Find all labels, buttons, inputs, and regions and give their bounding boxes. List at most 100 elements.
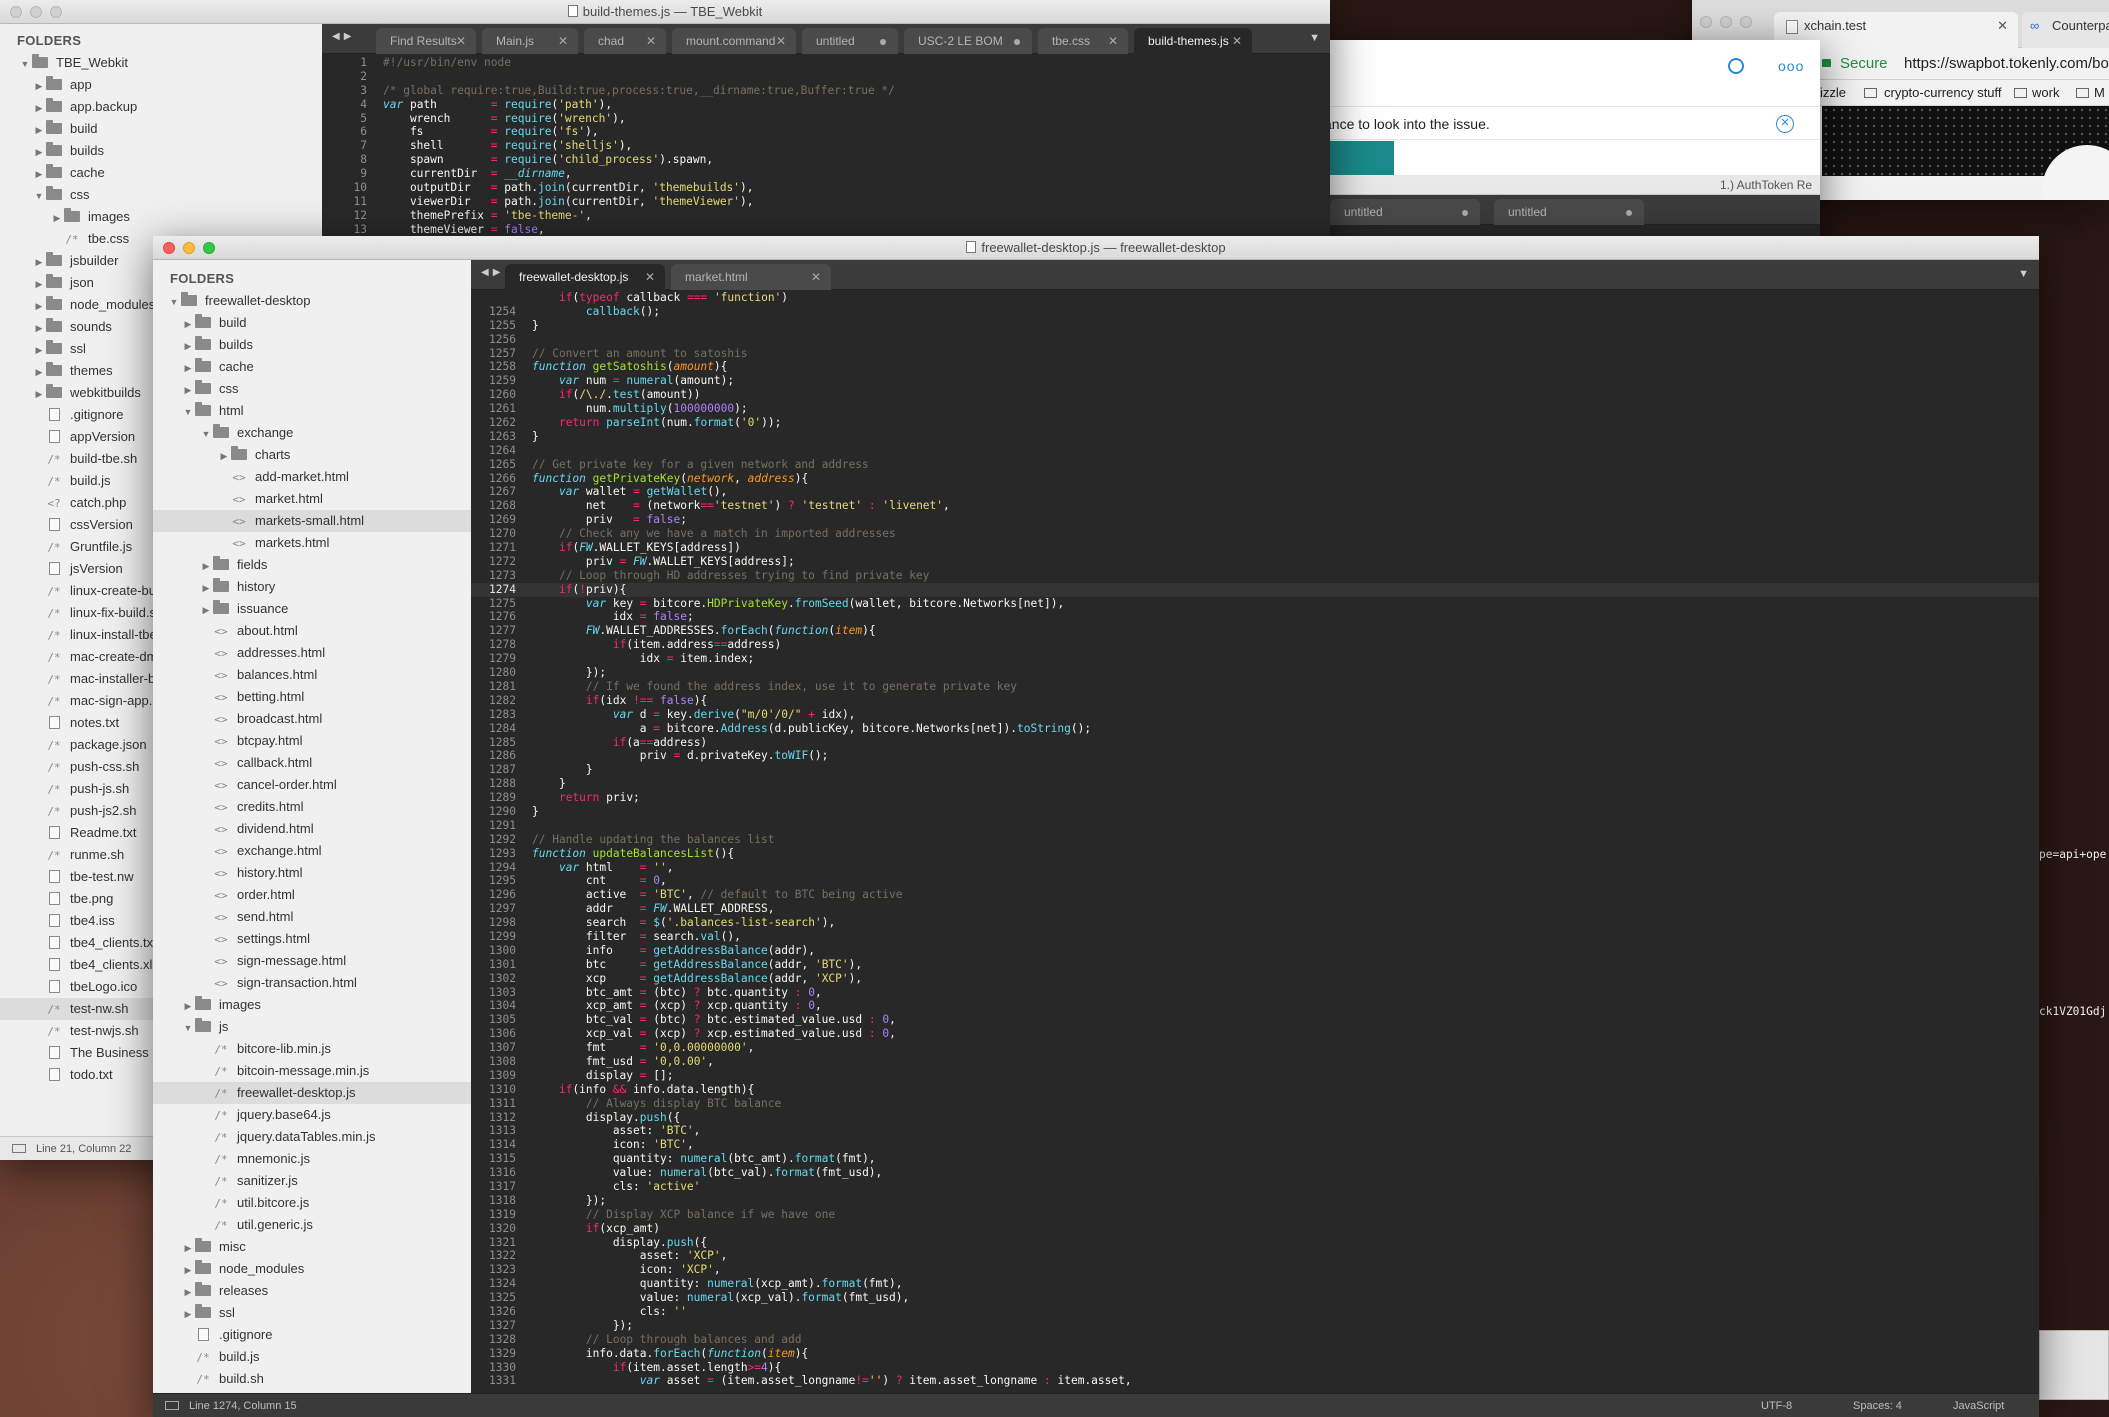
tree-file[interactable]: <> settings.html	[153, 928, 471, 950]
chevron-down-icon[interactable]: ▼	[181, 401, 195, 423]
code-line[interactable]: 1308 fmt_usd = '0,0.00',	[471, 1055, 2039, 1069]
tree-file[interactable]: /* build.js	[153, 1346, 471, 1368]
code-line[interactable]: 1309 display = [];	[471, 1069, 2039, 1083]
code-line[interactable]: 1285 if(a==address)	[471, 736, 2039, 750]
tree-folder[interactable]: ▶ node_modules	[153, 1258, 471, 1280]
close-icon[interactable]: ✕	[776, 28, 786, 54]
code-line[interactable]: 1306 xcp_val = (xcp) ? xcp.estimated_val…	[471, 1027, 2039, 1041]
code-line[interactable]: 1271 if(FW.WALLET_KEYS[address])	[471, 541, 2039, 555]
code-line[interactable]: 1291	[471, 819, 2039, 833]
close-icon[interactable]: ✕	[1108, 28, 1118, 54]
code-line[interactable]: 1258 function getSatoshis(amount){	[471, 360, 2039, 374]
code-line[interactable]: 1254 callback();	[471, 305, 2039, 319]
bookmark-item[interactable]: crypto-currency stuff	[1884, 80, 2002, 106]
tree-file[interactable]: <> about.html	[153, 620, 471, 642]
chevron-right-icon[interactable]: ▶	[32, 75, 46, 97]
code-line[interactable]: 1318 });	[471, 1194, 2039, 1208]
tree-file[interactable]: /* util.generic.js	[153, 1214, 471, 1236]
tree-file[interactable]: /* jquery.base64.js	[153, 1104, 471, 1126]
code-line[interactable]: 1310 if(info && info.data.length){	[471, 1083, 2039, 1097]
code-editor[interactable]: if(typeof callback === 'function') 1254 c…	[471, 291, 2039, 1393]
chevron-down-icon[interactable]: ▼	[181, 1017, 195, 1039]
code-line[interactable]: 1273 // Loop through HD addresses trying…	[471, 569, 2039, 583]
tab-menu-icon[interactable]: ▼	[2018, 268, 2029, 280]
code-line[interactable]: 1279 idx = item.index;	[471, 652, 2039, 666]
chevron-right-icon[interactable]: ▶	[32, 273, 46, 295]
tree-folder[interactable]: ▶ builds	[153, 334, 471, 356]
code-line[interactable]: 1326 cls: ''	[471, 1305, 2039, 1319]
tree-file[interactable]: <> send.html	[153, 906, 471, 928]
tree-folder[interactable]: ▼ css	[0, 184, 322, 206]
tree-folder[interactable]: ▶ fields	[153, 554, 471, 576]
tree-file[interactable]: /* freewallet-desktop.js	[153, 1082, 471, 1104]
code-line[interactable]: 1304 xcp_amt = (xcp) ? xcp.quantity : 0,	[471, 999, 2039, 1013]
code-line[interactable]: 1284 a = bitcore.Address(d.publicKey, bi…	[471, 722, 2039, 736]
editor-tab[interactable]: mount.command ✕	[672, 28, 796, 54]
chevron-right-icon[interactable]: ▶	[32, 339, 46, 361]
code-line[interactable]: 1264	[471, 444, 2039, 458]
code-line[interactable]: 1283 var d = key.derive("m/0'/0/" + idx)…	[471, 708, 2039, 722]
chevron-right-icon[interactable]: ▶	[32, 383, 46, 405]
tree-file[interactable]: <> add-market.html	[153, 466, 471, 488]
chevron-down-icon[interactable]: ▼	[32, 185, 46, 207]
code-line[interactable]: 13 themeViewer = false,	[322, 223, 1330, 237]
code-line[interactable]: 12 themePrefix = 'tbe-theme-',	[322, 209, 1330, 223]
tree-file[interactable]: <> callback.html	[153, 752, 471, 774]
code-line[interactable]: 1307 fmt = '0,0.00000000',	[471, 1041, 2039, 1055]
code-line[interactable]: 1263}	[471, 430, 2039, 444]
editor-tab[interactable]: Main.js ✕	[482, 28, 578, 54]
code-line[interactable]: 1272 priv = FW.WALLET_KEYS[address];	[471, 555, 2039, 569]
code-line[interactable]: 1331 var asset = (item.asset_longname!='…	[471, 1374, 2039, 1388]
tree-file[interactable]: <> betting.html	[153, 686, 471, 708]
zoom-button[interactable]	[1740, 16, 1752, 28]
chevron-right-icon[interactable]: ▶	[181, 335, 195, 357]
code-line[interactable]: 1266 function getPrivateKey(network, addr…	[471, 472, 2039, 486]
code-line[interactable]: 1323 icon: 'XCP',	[471, 1263, 2039, 1277]
chevron-right-icon[interactable]: ▶	[199, 599, 213, 621]
code-line[interactable]: 1299 filter = search.val(),	[471, 930, 2039, 944]
more-icon[interactable]: ooo	[1778, 58, 1804, 74]
close-circle-icon[interactable]: ✕	[1776, 115, 1794, 133]
tree-file[interactable]: <> sign-transaction.html	[153, 972, 471, 994]
tree-file[interactable]: /* bitcore-lib.min.js	[153, 1038, 471, 1060]
code-line[interactable]: 1325 value: numeral(xcp_val).format(fmt_…	[471, 1291, 2039, 1305]
chevron-right-icon[interactable]: ▶	[181, 379, 195, 401]
tab-nav-arrows-icon[interactable]: ◀▶	[332, 31, 355, 42]
tree-file[interactable]: /* util.bitcore.js	[153, 1192, 471, 1214]
tree-file[interactable]: <> cancel-order.html	[153, 774, 471, 796]
code-line[interactable]: 1324 quantity: numeral(xcp_amt).format(f…	[471, 1277, 2039, 1291]
code-line[interactable]: 1267 var wallet = getWallet(),	[471, 485, 2039, 499]
chevron-right-icon[interactable]: ▶	[32, 119, 46, 141]
tree-folder[interactable]: ▶ history	[153, 576, 471, 598]
zoom-button[interactable]	[50, 6, 62, 18]
encoding-label[interactable]: UTF-8	[1761, 1394, 1792, 1417]
code-line[interactable]: 1255}	[471, 319, 2039, 333]
code-line[interactable]: 1262 return parseInt(num.format('0'));	[471, 416, 2039, 430]
close-button[interactable]	[1700, 16, 1712, 28]
code-line[interactable]: 1321 display.push({	[471, 1236, 2039, 1250]
code-line[interactable]: 1319 // Display XCP balance if we have o…	[471, 1208, 2039, 1222]
code-line[interactable]: 1296 active = 'BTC', // default to BTC b…	[471, 888, 2039, 902]
code-line[interactable]: 1305 btc_val = (btc) ? btc.estimated_val…	[471, 1013, 2039, 1027]
chevron-right-icon[interactable]: ▶	[32, 295, 46, 317]
tree-file[interactable]: <> broadcast.html	[153, 708, 471, 730]
tree-folder[interactable]: ▶ builds	[0, 140, 322, 162]
chevron-right-icon[interactable]: ▶	[32, 141, 46, 163]
syntax-label[interactable]: JavaScript	[1953, 1394, 2004, 1417]
tab-nav-arrows-icon[interactable]: ◀▶	[481, 267, 504, 278]
bookmark-item[interactable]: izzle	[1820, 80, 1846, 106]
tree-file[interactable]: <> history.html	[153, 862, 471, 884]
code-line[interactable]: 1320 if(xcp_amt)	[471, 1222, 2039, 1236]
code-line[interactable]: 1282 if(idx !== false){	[471, 694, 2039, 708]
code-line[interactable]: 1294 var html = '',	[471, 861, 2039, 875]
tree-file[interactable]: /* bitcoin-message.min.js	[153, 1060, 471, 1082]
tab-menu-icon[interactable]: ▼	[1309, 32, 1320, 44]
code-line[interactable]: 10 outputDir = path.join(currentDir, 'th…	[322, 181, 1330, 195]
tree-file[interactable]: /* sanitizer.js	[153, 1170, 471, 1192]
chevron-right-icon[interactable]: ▶	[199, 577, 213, 599]
code-line[interactable]: 1269 priv = false;	[471, 513, 2039, 527]
code-line[interactable]: 1 #!/usr/bin/env node	[322, 56, 1330, 70]
tree-folder[interactable]: ▼ exchange	[153, 422, 471, 444]
tree-file[interactable]: <> btcpay.html	[153, 730, 471, 752]
tree-folder[interactable]: ▶ images	[0, 206, 322, 228]
